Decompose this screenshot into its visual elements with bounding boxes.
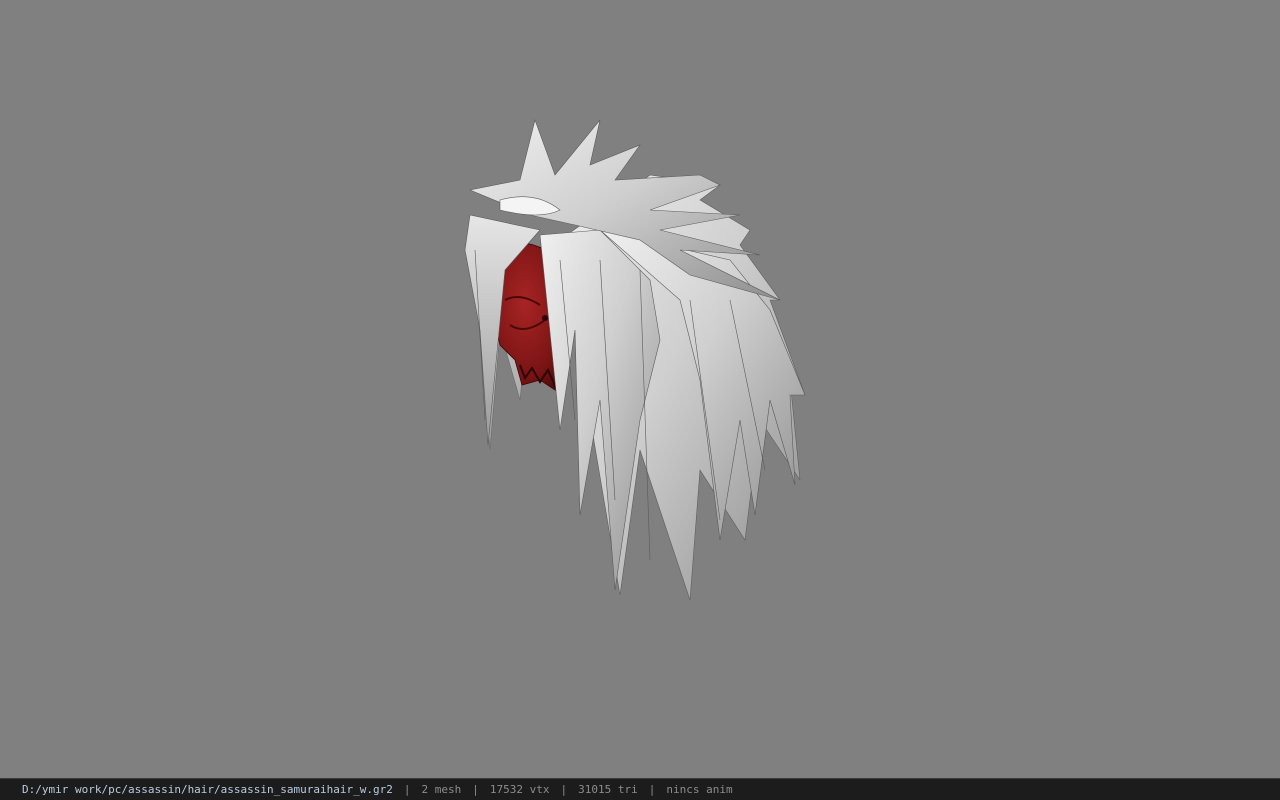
triangle-count: 31015 tri	[578, 783, 638, 796]
vertex-count: 17532 vtx	[489, 783, 550, 796]
separator: |	[403, 783, 411, 796]
separator: |	[560, 783, 568, 796]
status-bar: D:/ymir work/pc/assassin/hair/assassin_s…	[0, 778, 1280, 800]
separator: |	[648, 783, 656, 796]
mesh-count: 2 mesh	[421, 783, 462, 796]
separator: |	[472, 783, 479, 796]
animation-status: nincs anim	[666, 783, 733, 796]
hair-model[interactable]	[0, 0, 1280, 778]
file-path: D:/ymir work/pc/assassin/hair/assassin_s…	[22, 783, 393, 796]
3d-viewport[interactable]	[0, 0, 1280, 778]
